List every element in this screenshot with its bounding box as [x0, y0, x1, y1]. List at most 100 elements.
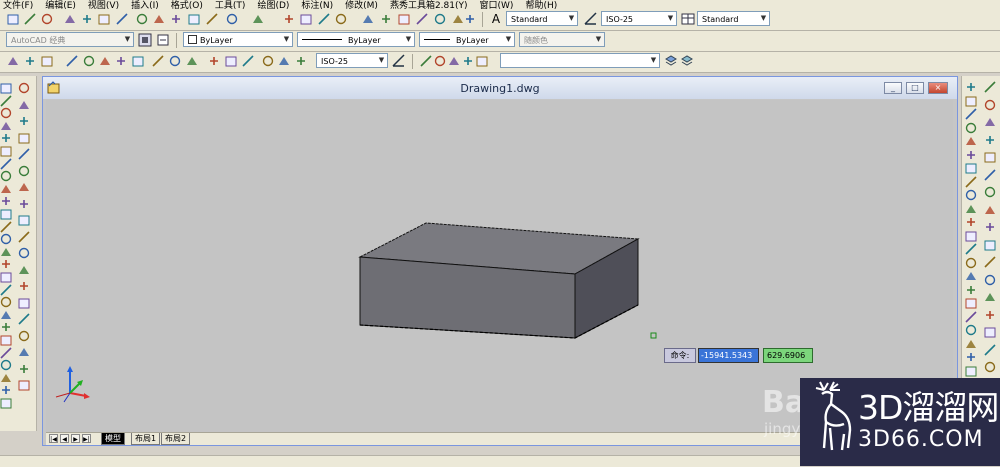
sw-iso-icon[interactable] [965, 162, 977, 174]
design-center-icon[interactable] [380, 13, 394, 27]
table-style-combo[interactable]: Standard ▼ [697, 11, 770, 26]
helix-icon[interactable] [0, 170, 12, 182]
ucs-previous-icon[interactable] [965, 243, 977, 255]
join-icon[interactable] [984, 309, 996, 321]
diameter-dim-icon[interactable] [115, 55, 129, 69]
tab-layout2[interactable]: 布局2 [161, 433, 191, 445]
view-back-icon[interactable] [965, 149, 977, 161]
prev-tab-button[interactable]: ◀ [60, 434, 69, 443]
pyramid-icon[interactable] [0, 158, 12, 170]
workspace-combo[interactable]: AutoCAD 经典 ▼ [6, 32, 134, 47]
line-icon[interactable] [18, 82, 30, 94]
view-right-icon[interactable] [965, 122, 977, 134]
ucs-3point-icon[interactable] [965, 324, 977, 336]
arc-length-icon[interactable] [41, 55, 55, 69]
text-style-combo[interactable]: Standard ▼ [506, 11, 578, 26]
erase-icon[interactable] [984, 81, 996, 93]
dim-style-manager-icon[interactable] [392, 54, 406, 68]
preview-icon[interactable] [81, 13, 95, 27]
zoom-window-icon[interactable] [318, 13, 332, 27]
text-icon[interactable] [18, 379, 30, 391]
layer-previous-icon[interactable] [664, 54, 678, 68]
revision-cloud-icon[interactable] [18, 198, 30, 210]
point-icon[interactable] [18, 297, 30, 309]
linetype-combo[interactable]: ByLayer ▼ [297, 32, 415, 47]
3d-orbit-icon[interactable] [0, 397, 12, 409]
presspull-icon[interactable] [0, 208, 12, 220]
extrude-icon[interactable] [0, 195, 12, 207]
dynamic-input-y[interactable]: 629.6906 [763, 348, 813, 363]
save-icon[interactable] [41, 13, 55, 27]
se-iso-icon[interactable] [965, 175, 977, 188]
hatch-icon[interactable] [18, 313, 30, 325]
ucs-origin-icon[interactable] [965, 297, 977, 309]
paste-icon[interactable] [170, 13, 184, 27]
walk-icon[interactable] [0, 359, 12, 371]
dim-style-icon[interactable] [584, 12, 598, 26]
next-tab-button[interactable]: ▶ [71, 434, 80, 443]
3d-rotate-icon[interactable] [0, 309, 12, 321]
cone-icon[interactable] [0, 107, 12, 119]
zoom-previous-icon[interactable] [335, 13, 349, 27]
dim-edit-icon[interactable] [262, 55, 276, 69]
ucs-y-icon[interactable] [965, 351, 977, 363]
dim-style-combo[interactable]: ISO-25 ▼ [601, 11, 677, 26]
dim-style-combo-2[interactable]: ISO-25 ▼ [316, 53, 388, 68]
make-block-icon[interactable] [18, 280, 30, 292]
break-point-icon[interactable] [984, 274, 996, 286]
match-properties-icon[interactable] [188, 13, 202, 27]
explode-icon[interactable] [984, 361, 996, 373]
break-icon[interactable] [984, 291, 996, 303]
union-icon[interactable] [0, 258, 12, 270]
help-icon[interactable] [464, 13, 478, 27]
tab-model[interactable]: 模型 [101, 433, 125, 445]
ucs-object-icon[interactable] [965, 270, 977, 282]
view-left-icon[interactable] [965, 108, 977, 120]
ucs-zaxis-icon[interactable] [965, 310, 977, 323]
print-icon[interactable] [64, 13, 78, 27]
3d-array-icon[interactable] [0, 334, 12, 346]
table-icon[interactable] [18, 363, 30, 375]
ne-iso-icon[interactable] [965, 189, 977, 201]
publish-icon[interactable] [98, 13, 112, 27]
properties-icon[interactable] [362, 13, 376, 27]
move-icon[interactable] [984, 168, 996, 181]
cylinder-icon[interactable] [0, 132, 12, 144]
view-top-icon[interactable] [965, 81, 977, 93]
layer-combo[interactable]: ByLayer ▼ [183, 32, 293, 47]
ucs-icon-btn[interactable] [965, 216, 977, 228]
torus-icon[interactable] [0, 145, 12, 157]
ellipse-icon[interactable] [18, 230, 30, 243]
block-editor-icon[interactable] [206, 13, 220, 27]
ucs-world-icon[interactable] [965, 230, 977, 242]
color-combo[interactable]: 随颜色 ▼ [519, 32, 605, 47]
workspace-lock-icon[interactable] [156, 33, 170, 47]
loft-icon[interactable] [0, 246, 12, 258]
angular-dim-icon[interactable] [132, 55, 146, 69]
continue-dim-icon[interactable] [186, 55, 200, 69]
array-icon[interactable] [984, 151, 996, 163]
extend-icon[interactable] [984, 256, 996, 268]
ellipse-arc-icon[interactable] [18, 247, 30, 259]
lock-icon[interactable] [462, 55, 476, 69]
minimize-button[interactable]: _ [884, 82, 902, 94]
region-icon[interactable] [18, 346, 30, 358]
sun-icon[interactable] [448, 55, 462, 69]
polygon-icon[interactable] [18, 132, 30, 144]
dynamic-input-x[interactable]: -15941.5343 [698, 348, 759, 363]
tolerance-icon[interactable] [225, 55, 239, 69]
stretch-icon[interactable] [984, 221, 996, 233]
circle-icon[interactable] [18, 181, 30, 193]
jogged-dim-icon[interactable] [99, 55, 113, 69]
plot-icon[interactable] [116, 13, 130, 27]
ucs-view-icon[interactable] [965, 284, 977, 296]
workspace-settings-icon[interactable] [138, 33, 152, 47]
mirror-icon[interactable] [984, 116, 996, 128]
layers-icon[interactable] [420, 55, 434, 69]
aligned-dim-icon[interactable] [24, 55, 38, 69]
cut-icon[interactable] [136, 13, 150, 27]
window-titlebar[interactable]: Drawing1.dwg _ □ × [43, 77, 957, 99]
tab-layout1[interactable]: 布局1 [131, 433, 161, 445]
lineweight-combo[interactable]: ByLayer ▼ [419, 32, 515, 47]
light-bulb-icon[interactable] [434, 55, 448, 69]
